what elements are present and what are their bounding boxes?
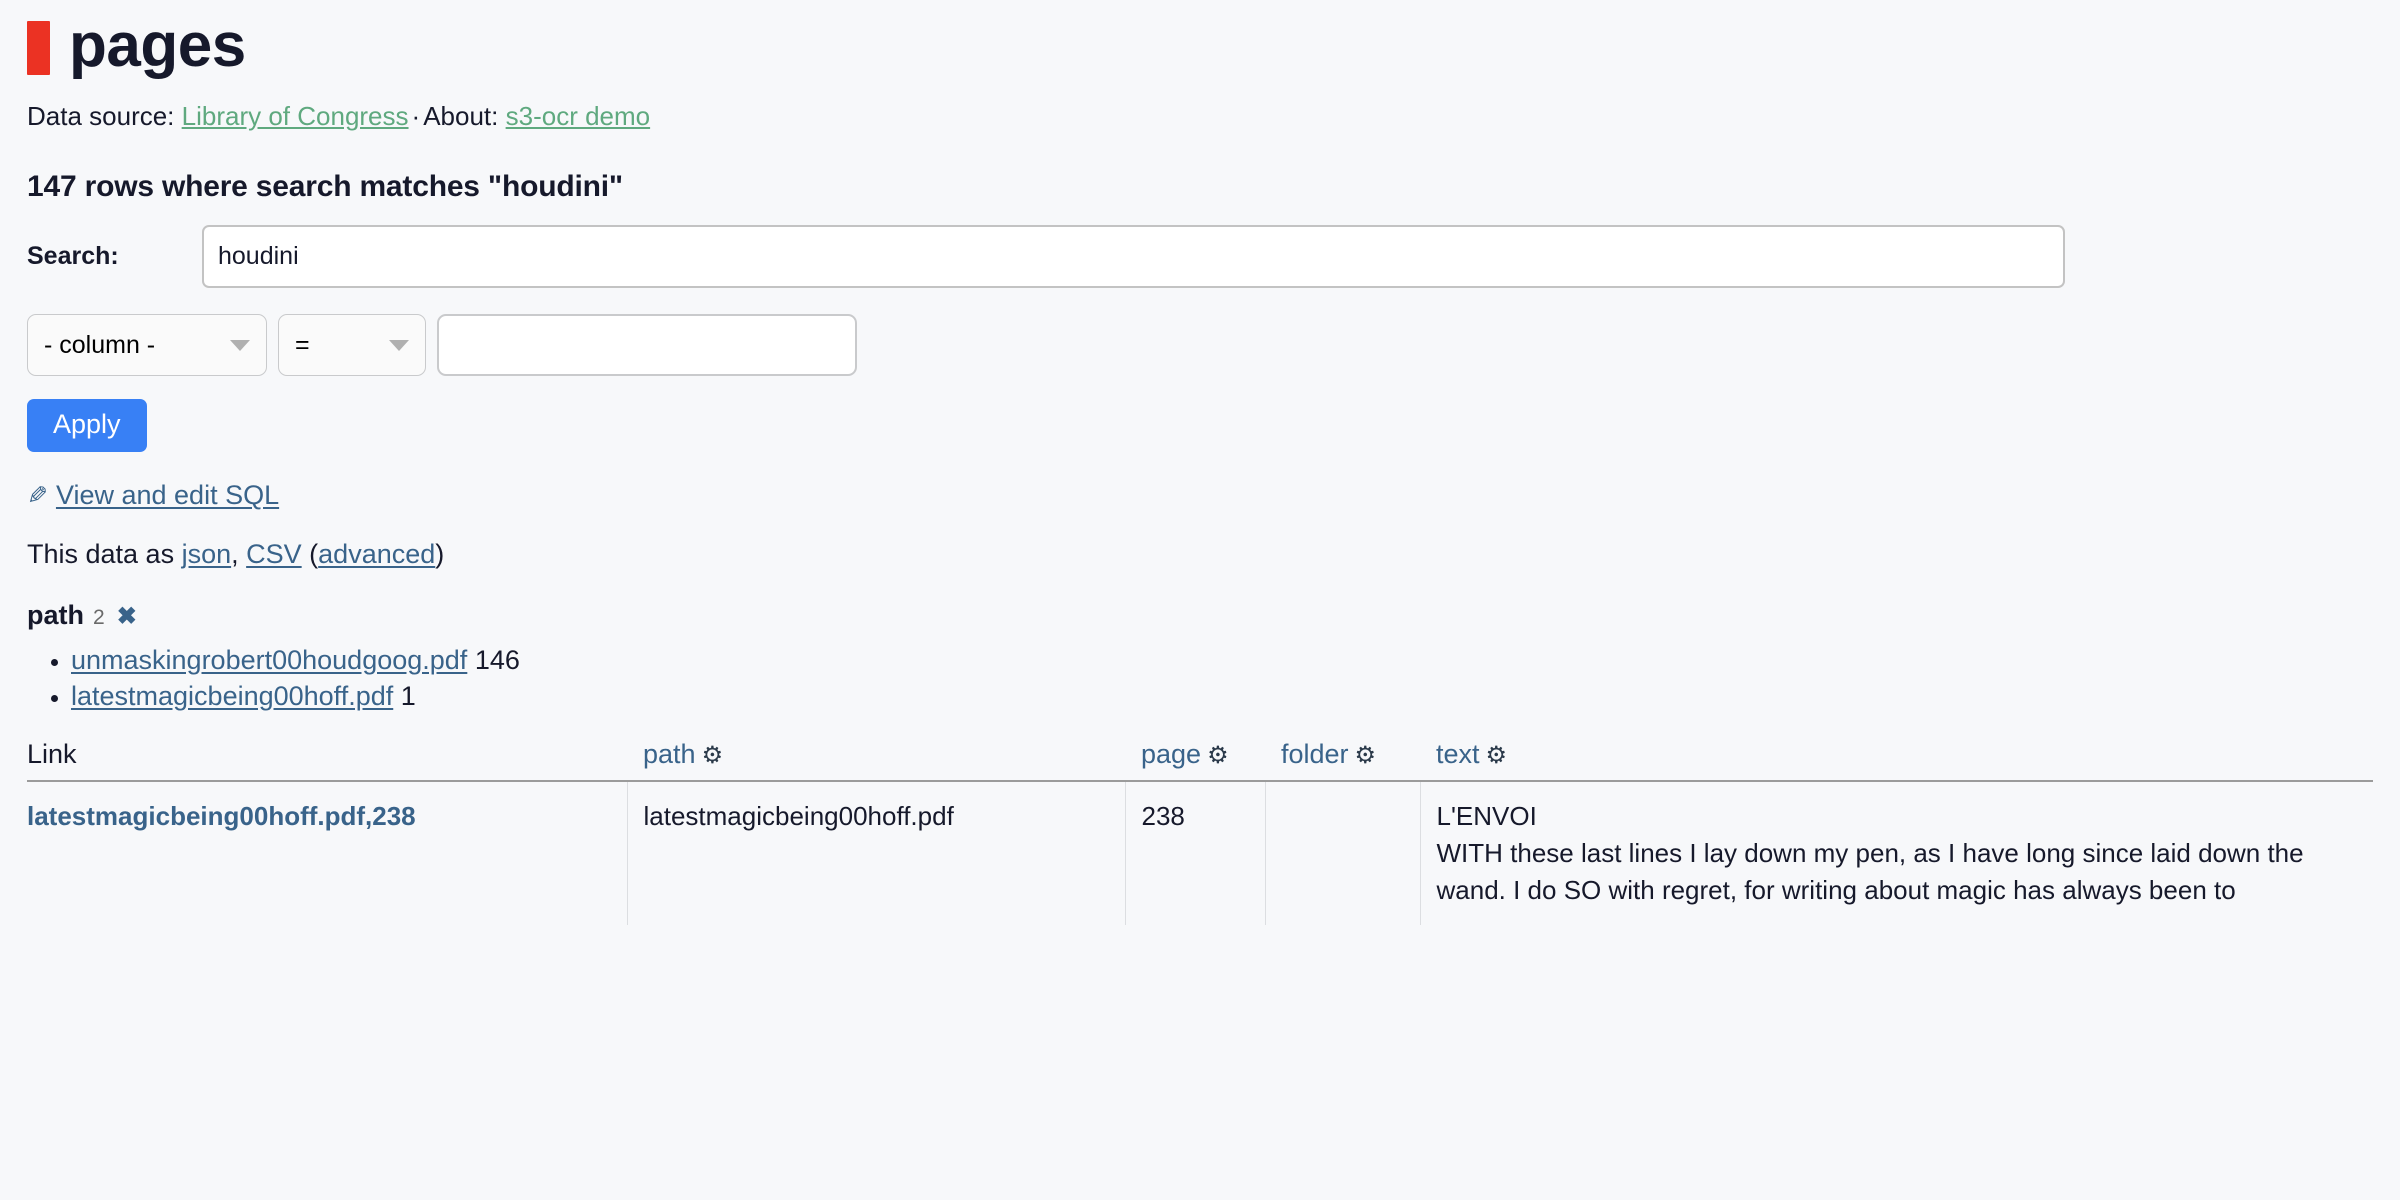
- facet-name: path: [27, 600, 84, 631]
- facet-header: path 2 ✖: [27, 600, 2373, 631]
- cell-path: latestmagicbeing00hoff.pdf: [627, 781, 1125, 925]
- about-link[interactable]: s3-ocr demo: [506, 101, 651, 131]
- view-edit-sql-row: ✎ View and edit SQL: [27, 480, 2373, 511]
- datasource-separator: ·: [409, 101, 424, 131]
- column-header-page: page⚙: [1125, 739, 1265, 781]
- column-header-folder: folder⚙: [1265, 739, 1420, 781]
- column-header-path-label: path: [643, 739, 696, 769]
- pencil-icon: ✎: [27, 481, 48, 511]
- datasource-label: Data source:: [27, 101, 174, 131]
- list-item: unmaskingrobert00houdgoog.pdf 146: [71, 645, 2373, 677]
- view-edit-sql-link[interactable]: View and edit SQL: [56, 480, 279, 511]
- facet-item-count: 1: [401, 681, 416, 711]
- column-header-text: text⚙: [1420, 739, 2373, 781]
- cell-text: L'ENVOI WITH these last lines I lay down…: [1420, 781, 2373, 925]
- cell-link: latestmagicbeing00hoff.pdf,238: [27, 781, 627, 925]
- row-link[interactable]: latestmagicbeing00hoff.pdf,238: [27, 801, 416, 831]
- export-prefix: This data as: [27, 539, 182, 569]
- facet-item-count: 146: [475, 645, 520, 675]
- filter-operator-value: =: [295, 331, 379, 360]
- datasource-link[interactable]: Library of Congress: [182, 101, 409, 131]
- chevron-down-icon: [230, 340, 250, 351]
- export-advanced-link[interactable]: advanced: [318, 539, 435, 569]
- filter-column-value: - column -: [44, 331, 220, 360]
- search-label: Search:: [27, 242, 202, 271]
- chevron-down-icon: [389, 340, 409, 351]
- facet-count: 2: [93, 606, 105, 630]
- column-header-text-label: text: [1436, 739, 1480, 769]
- facet-item-link[interactable]: latestmagicbeing00hoff.pdf: [71, 681, 393, 711]
- list-item: latestmagicbeing00hoff.pdf 1: [71, 681, 2373, 713]
- table-row: latestmagicbeing00hoff.pdf,238 latestmag…: [27, 781, 2373, 925]
- table-head: Link path⚙ page⚙ folder⚙ text⚙: [27, 739, 2373, 781]
- titlebar: pages: [27, 0, 2373, 78]
- results-table: Link path⚙ page⚙ folder⚙ text⚙ latestmag…: [27, 739, 2373, 925]
- search-row: Search:: [27, 225, 2373, 288]
- filter-operator-select[interactable]: =: [278, 314, 426, 376]
- gear-icon[interactable]: ⚙: [1486, 742, 1508, 769]
- accent-bar: [27, 21, 50, 75]
- datasource-line: Data source: Library of Congress·About: …: [27, 101, 2373, 132]
- facet-item-link[interactable]: unmaskingrobert00houdgoog.pdf: [71, 645, 467, 675]
- export-json-link[interactable]: json: [182, 539, 232, 569]
- gear-icon[interactable]: ⚙: [702, 742, 724, 769]
- column-header-page-label: page: [1141, 739, 1201, 769]
- table-body: latestmagicbeing00hoff.pdf,238 latestmag…: [27, 781, 2373, 925]
- close-icon[interactable]: ✖: [117, 605, 137, 629]
- filter-row: - column - =: [27, 314, 2373, 376]
- search-input[interactable]: [202, 225, 2065, 288]
- gear-icon[interactable]: ⚙: [1355, 742, 1377, 769]
- filter-column-select[interactable]: - column -: [27, 314, 267, 376]
- page-root: pages Data source: Library of Congress·A…: [0, 0, 2400, 1200]
- export-line: This data as json, CSV (advanced): [27, 539, 2373, 570]
- export-csv-link[interactable]: CSV: [246, 539, 302, 569]
- filter-value-input[interactable]: [437, 314, 857, 376]
- column-header-folder-label: folder: [1281, 739, 1349, 769]
- export-open-paren: (: [302, 539, 319, 569]
- column-header-link: Link: [27, 739, 627, 781]
- column-header-link-label: Link: [27, 739, 77, 769]
- results-table-wrap: Link path⚙ page⚙ folder⚙ text⚙ latestmag…: [27, 739, 2373, 925]
- gear-icon[interactable]: ⚙: [1207, 742, 1229, 769]
- export-close-paren: ): [435, 539, 444, 569]
- about-label: About:: [423, 101, 498, 131]
- facet-path: path 2 ✖ unmaskingrobert00houdgoog.pdf 1…: [27, 600, 2373, 713]
- apply-button[interactable]: Apply: [27, 399, 147, 452]
- results-heading: 147 rows where search matches "houdini": [27, 170, 2373, 204]
- cell-folder: [1265, 781, 1420, 925]
- export-comma: ,: [231, 539, 246, 569]
- facet-list: unmaskingrobert00houdgoog.pdf 146 latest…: [27, 645, 2373, 713]
- cell-page: 238: [1125, 781, 1265, 925]
- page-title: pages: [69, 15, 246, 81]
- column-header-path: path⚙: [627, 739, 1125, 781]
- table-header-row: Link path⚙ page⚙ folder⚙ text⚙: [27, 739, 2373, 781]
